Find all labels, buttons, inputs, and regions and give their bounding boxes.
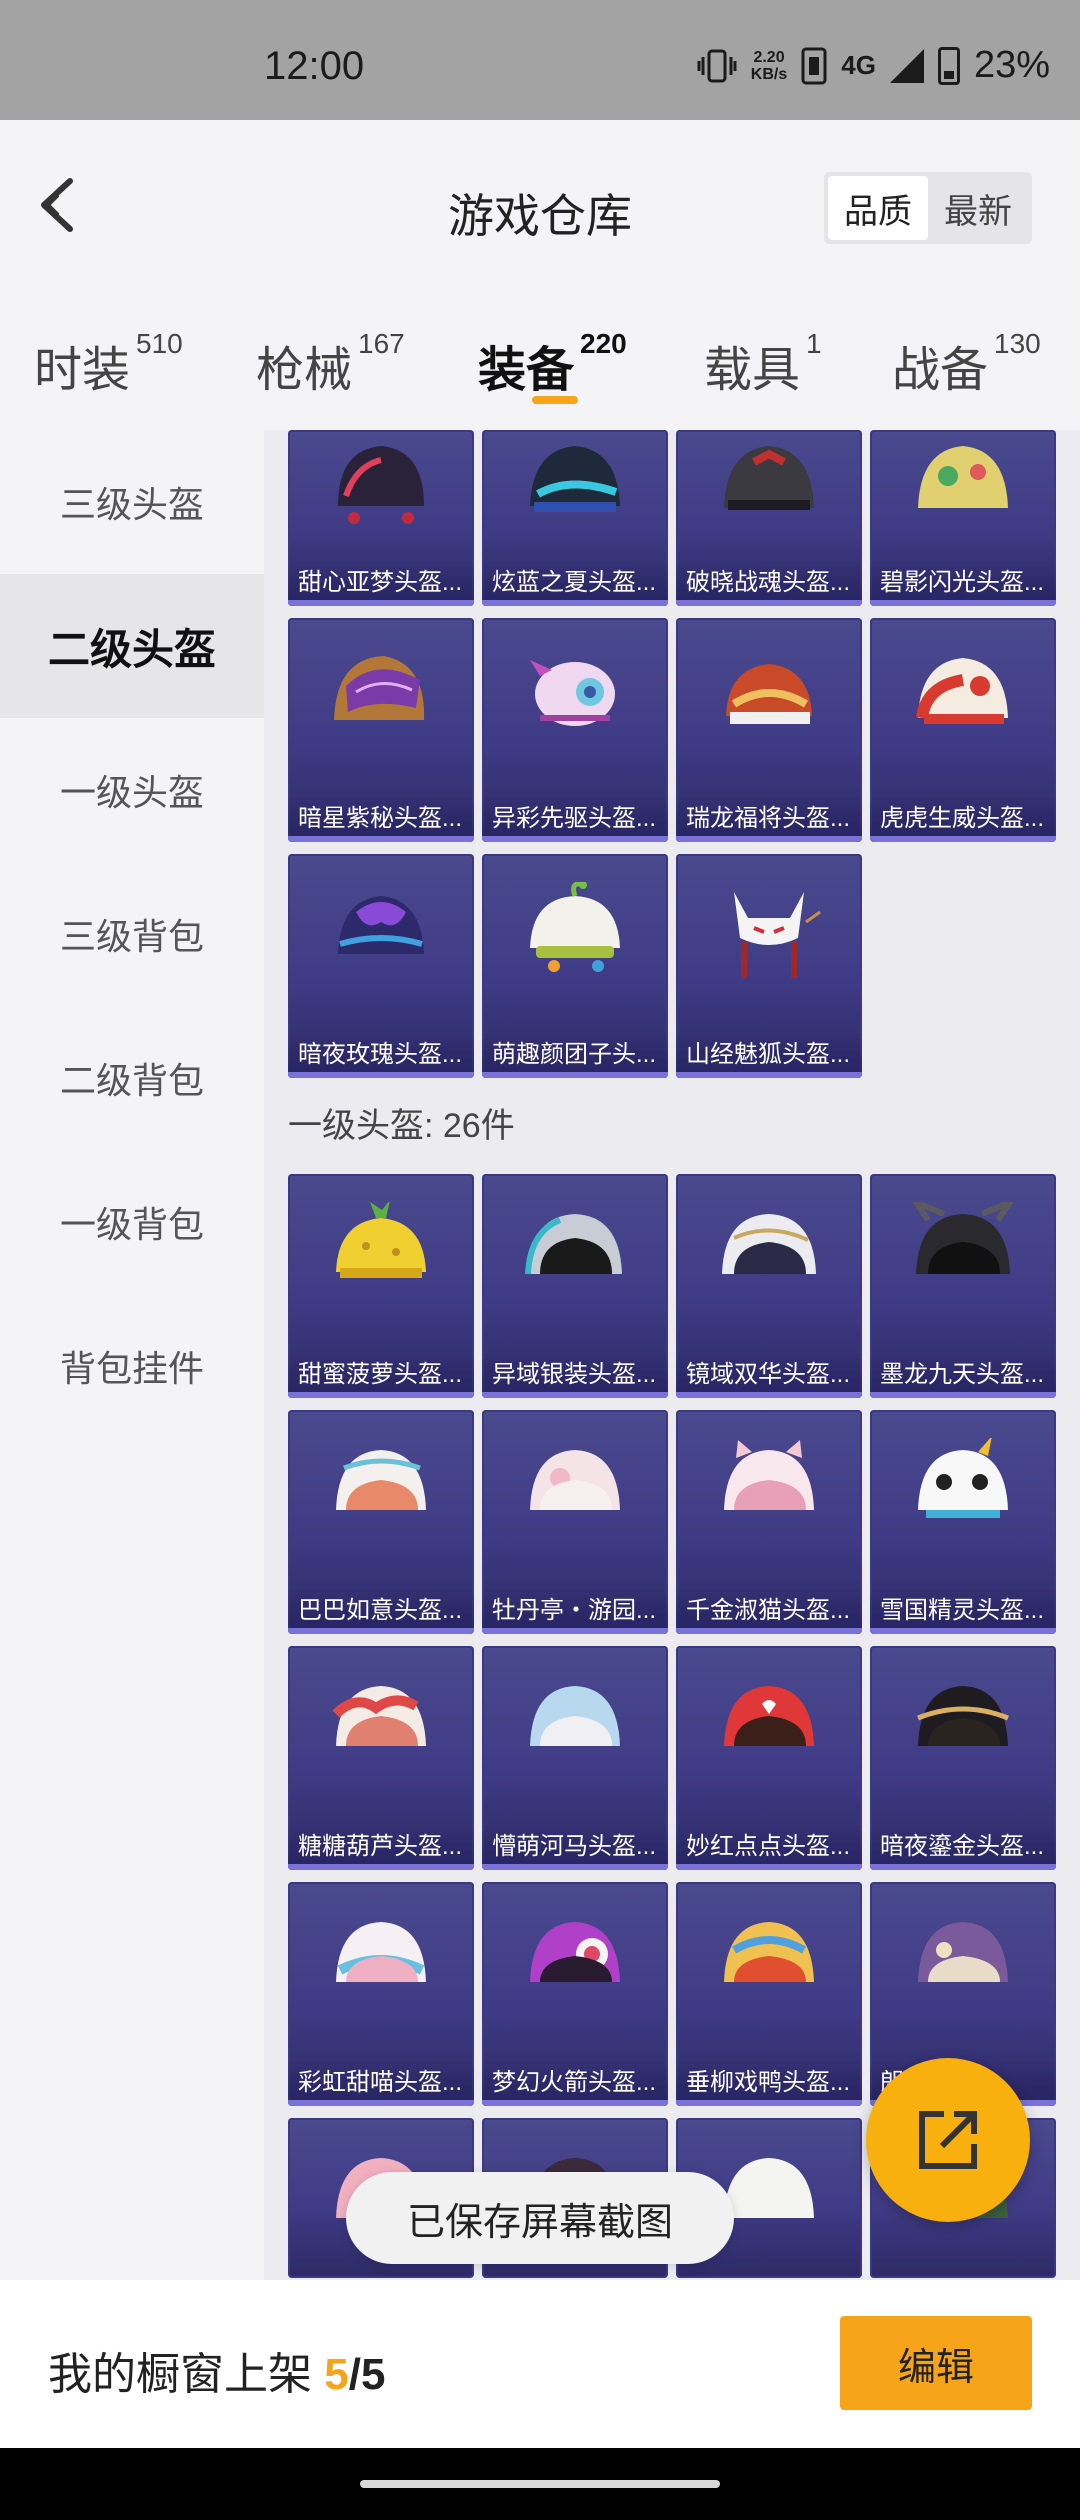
network-type: 4G bbox=[841, 50, 876, 80]
helmet-icon bbox=[525, 1214, 622, 1275]
helmet-icon bbox=[336, 1450, 426, 1510]
sidebar-item-backpack-pendant[interactable]: 背包挂件 bbox=[0, 1294, 264, 1438]
sidebar-item-level3-backpack[interactable]: 三级背包 bbox=[0, 862, 264, 1006]
section-title-level1-helmet: 一级头盔: 26件 bbox=[288, 1107, 515, 1145]
helmet-icon bbox=[724, 1686, 814, 1746]
item-card[interactable]: 异彩先驱头盔... bbox=[482, 618, 668, 842]
sort-newest-button[interactable]: 最新 bbox=[928, 176, 1028, 240]
helmet-icon bbox=[726, 664, 812, 724]
status-time: 12:00 bbox=[264, 44, 365, 88]
item-card[interactable]: 垂柳戏鸭头盔... bbox=[676, 1882, 862, 2106]
item-card[interactable]: 牡丹亭・游园... bbox=[482, 1410, 668, 1634]
item-card[interactable]: 碧影闪光头盔... bbox=[870, 430, 1056, 606]
level2-helmet-grid: 甜心亚梦头盔... 炫蓝之夏头盔... 破晓战魂头盔... 碧影闪光头盔... … bbox=[288, 430, 1068, 1078]
item-card[interactable]: 巴巴如意头盔... bbox=[288, 1410, 474, 1634]
sidebar-item-level3-helmet[interactable]: 三级头盔 bbox=[0, 430, 264, 574]
item-card[interactable]: 甜蜜菠萝头盔... bbox=[288, 1174, 474, 1398]
helmet-icon bbox=[336, 1922, 426, 1982]
helmet-icon bbox=[916, 658, 1008, 724]
sidebar: 三级头盔 二级头盔 一级头盔 三级背包 二级背包 一级背包 背包挂件 bbox=[0, 430, 264, 2280]
helmet-icon bbox=[724, 1440, 814, 1510]
helmet-icon bbox=[918, 1438, 1008, 1518]
helmet-icon bbox=[334, 656, 425, 720]
tab-supplies[interactable]: 战备130 bbox=[892, 328, 1041, 400]
item-card[interactable]: 梦幻火箭头盔... bbox=[482, 1882, 668, 2106]
helmet-icon bbox=[332, 1686, 426, 1746]
item-card[interactable]: 镜域双华头盔... bbox=[676, 1174, 862, 1398]
item-card[interactable]: 虎虎生威头盔... bbox=[870, 618, 1056, 842]
sidebar-item-level2-helmet[interactable]: 二级头盔 bbox=[0, 574, 264, 718]
showcase-current: 5 bbox=[324, 2350, 349, 2399]
helmet-icon bbox=[724, 1922, 814, 1982]
helmet-icon bbox=[724, 446, 814, 510]
helmet-icon bbox=[530, 1450, 620, 1510]
helmet-icon bbox=[338, 446, 424, 524]
item-card[interactable]: 异域银装头盔... bbox=[482, 1174, 668, 1398]
item-card[interactable]: 妙红点点头盔... bbox=[676, 1646, 862, 1870]
item-card[interactable]: 墨龙九天头盔... bbox=[870, 1174, 1056, 1398]
category-tabs: 时装510 枪械167 装备220 载具1 战备130 bbox=[0, 290, 1080, 430]
item-card[interactable]: 破晓战魂头盔... bbox=[676, 430, 862, 606]
showcase-label: 我的橱窗上架 5/5 bbox=[48, 2350, 386, 2399]
tab-guns[interactable]: 枪械167 bbox=[256, 328, 405, 400]
helmet-icon bbox=[912, 1202, 1014, 1274]
helmet-icon bbox=[338, 896, 424, 954]
helmet-icon bbox=[336, 1202, 426, 1278]
tab-vehicles[interactable]: 载具1 bbox=[704, 328, 822, 400]
item-card[interactable]: 山经魅狐头盔... bbox=[676, 854, 862, 1078]
tab-active-indicator bbox=[532, 396, 578, 404]
toast-screenshot-saved: 已保存屏幕截图 bbox=[346, 2172, 734, 2264]
item-card[interactable]: 炫蓝之夏头盔... bbox=[482, 430, 668, 606]
helmet-icon bbox=[918, 446, 1008, 508]
battery-percent: 23% bbox=[973, 44, 1050, 86]
item-card[interactable]: 萌趣颜团子头... bbox=[482, 854, 668, 1078]
edit-button[interactable]: 编辑 bbox=[840, 2316, 1032, 2410]
empty-slot bbox=[870, 854, 1056, 1078]
helmet-icon bbox=[917, 1686, 1009, 1746]
status-icons: 2.20 KB/s 4G 23% bbox=[697, 44, 1050, 87]
status-bar: 12:00 2.20 KB/s 4G 23% bbox=[0, 0, 1080, 120]
vibrate-icon bbox=[697, 49, 737, 82]
item-card[interactable]: 暗星紫秘头盔... bbox=[288, 618, 474, 842]
bottom-bar: 我的橱窗上架 5/5 编辑 bbox=[0, 2280, 1080, 2448]
item-card[interactable]: 雪国精灵头盔... bbox=[870, 1410, 1056, 1634]
item-card[interactable]: 千金淑猫头盔... bbox=[676, 1410, 862, 1634]
item-card[interactable]: 彩虹甜喵头盔... bbox=[288, 1882, 474, 2106]
helmet-icon bbox=[722, 1214, 816, 1274]
item-card[interactable]: 懵萌河马头盔... bbox=[482, 1646, 668, 1870]
battery-icon bbox=[937, 46, 960, 85]
sort-toggle: 品质 最新 bbox=[824, 172, 1032, 244]
tab-costume[interactable]: 时装510 bbox=[34, 328, 183, 400]
sidebar-item-level1-helmet[interactable]: 一级头盔 bbox=[0, 718, 264, 862]
item-card[interactable]: 甜心亚梦头盔... bbox=[288, 430, 474, 606]
helmet-icon bbox=[734, 892, 821, 978]
sort-quality-button[interactable]: 品质 bbox=[828, 176, 928, 240]
helmet-icon bbox=[530, 882, 620, 972]
item-card[interactable]: 瑞龙福将头盔... bbox=[676, 618, 862, 842]
system-nav-bar bbox=[0, 2448, 1080, 2520]
tab-equipment[interactable]: 装备220 bbox=[478, 328, 627, 400]
helmet-icon bbox=[918, 1922, 1008, 1982]
share-button[interactable] bbox=[866, 2058, 1030, 2222]
helmet-icon bbox=[530, 1686, 620, 1746]
share-external-icon bbox=[919, 2111, 977, 2169]
sim-icon bbox=[801, 47, 827, 84]
item-card[interactable]: 暗夜玫瑰头盔... bbox=[288, 854, 474, 1078]
signal-icon bbox=[889, 48, 924, 83]
item-card[interactable]: 暗夜鎏金头盔... bbox=[870, 1646, 1056, 1870]
home-gesture-handle[interactable] bbox=[360, 2480, 720, 2488]
net-speed: 2.20 KB/s bbox=[750, 48, 788, 83]
header: 游戏仓库 品质 最新 bbox=[0, 120, 1080, 290]
helmet-icon bbox=[530, 1922, 620, 1982]
helmet-icon bbox=[530, 660, 615, 726]
showcase-total: /5 bbox=[348, 2350, 386, 2399]
helmet-icon bbox=[530, 446, 620, 512]
sidebar-item-level2-backpack[interactable]: 二级背包 bbox=[0, 1006, 264, 1150]
item-card[interactable]: 糖糖葫芦头盔... bbox=[288, 1646, 474, 1870]
item-list[interactable]: 甜心亚梦头盔... 炫蓝之夏头盔... 破晓战魂头盔... 碧影闪光头盔... … bbox=[264, 430, 1080, 2280]
sidebar-item-level1-backpack[interactable]: 一级背包 bbox=[0, 1150, 264, 1294]
